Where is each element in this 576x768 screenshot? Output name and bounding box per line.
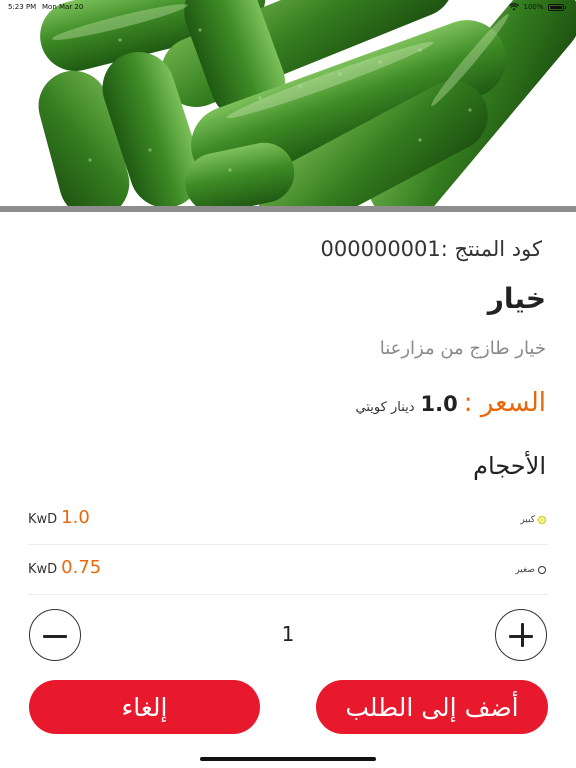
size-price-amount: 1.0 [61, 507, 90, 528]
price-label: السعر : [463, 388, 546, 418]
price-value: 1.0 [420, 392, 458, 416]
wifi-icon [509, 3, 520, 11]
product-price: السعر : 1.0 دينار كويتي [356, 388, 546, 418]
size-price: KwD 1.0 [28, 507, 90, 528]
size-option-small[interactable]: KwD 0.75 صغير [28, 545, 548, 595]
size-label: كبير [520, 515, 535, 525]
product-description: خيار طازج من مزارعنا [379, 338, 546, 359]
size-price-unit: KwD [28, 562, 58, 577]
radio-unselected-icon[interactable] [538, 566, 546, 574]
size-price-unit: KwD [28, 512, 58, 527]
sizes-title: الأحجام [473, 452, 546, 480]
image-divider [0, 206, 576, 212]
size-option-large[interactable]: KwD 1.0 كبير [28, 495, 548, 545]
status-bar: 5:23 PM Mon Mar 20 100% [0, 0, 576, 14]
battery-nub [564, 5, 566, 9]
size-price: KwD 0.75 [28, 557, 101, 578]
product-name: خيار [487, 282, 546, 315]
size-selector[interactable]: كبير [520, 515, 546, 525]
add-to-order-button-label: أضف إلى الطلب [345, 692, 519, 722]
product-image [0, 0, 576, 206]
add-to-order-button[interactable]: أضف إلى الطلب [316, 680, 548, 734]
plus-icon [520, 623, 524, 647]
product-code: كود المنتج :000000001 [321, 237, 542, 261]
cucumber-illustration [0, 0, 576, 206]
battery-percent: 100% [523, 3, 544, 11]
minus-icon [43, 634, 67, 638]
product-code-value: 000000001 [320, 237, 441, 261]
status-date: Mon Mar 20 [42, 3, 84, 11]
radio-selected-icon[interactable] [538, 516, 546, 524]
size-label: صغير [515, 565, 535, 575]
cancel-button-label: إلغاء [121, 692, 168, 722]
price-currency: دينار كويتي [355, 400, 415, 415]
quantity-value: 1 [281, 622, 295, 646]
size-selector[interactable]: صغير [515, 565, 546, 575]
battery-icon [547, 3, 564, 11]
decrease-quantity-button[interactable] [29, 609, 81, 661]
status-right: 100% [509, 3, 566, 11]
product-code-label: كود المنتج : [440, 237, 542, 261]
size-price-amount: 0.75 [61, 557, 102, 578]
home-indicator[interactable] [200, 757, 376, 761]
increase-quantity-button[interactable] [495, 609, 547, 661]
status-time: 5:23 PM [8, 3, 37, 11]
cancel-button[interactable]: إلغاء [29, 680, 260, 734]
